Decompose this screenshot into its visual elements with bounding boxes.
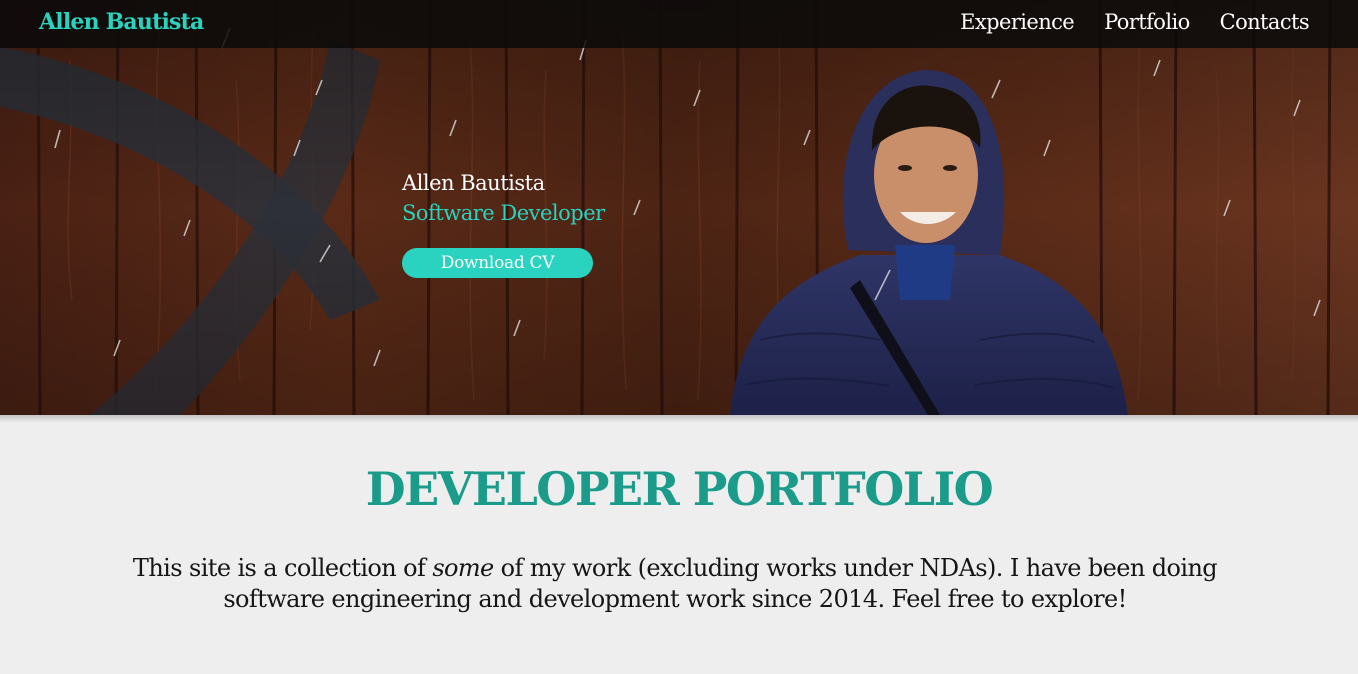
nav-link-portfolio[interactable]: Portfolio — [1104, 10, 1190, 34]
nav-links: Experience Portfolio Contacts — [960, 10, 1309, 34]
hero-bottom-shadow — [0, 415, 1358, 423]
nav-link-contacts[interactable]: Contacts — [1220, 10, 1310, 34]
download-cv-button[interactable]: Download CV — [402, 248, 593, 278]
page: Allen Bautista Experience Portfolio Cont… — [0, 0, 1358, 674]
hero-banner: Allen Bautista Experience Portfolio Cont… — [0, 0, 1358, 415]
brand-logo-link[interactable]: Allen Bautista — [39, 9, 204, 35]
top-navbar: Allen Bautista Experience Portfolio Cont… — [0, 0, 1358, 48]
hero-background-photo — [0, 0, 1358, 415]
intro-text-emphasis: some — [432, 554, 494, 582]
nav-link-experience[interactable]: Experience — [960, 10, 1075, 34]
hero-name: Allen Bautista — [402, 171, 545, 195]
section-title: DEVELOPER PORTFOLIO — [365, 462, 994, 516]
hero-intro: Allen Bautista Software Developer Downlo… — [402, 168, 605, 278]
intro-paragraph: This site is a collection of some of my … — [95, 553, 1255, 615]
intro-text-start: This site is a collection of — [132, 554, 433, 582]
hero-role: Software Developer — [402, 201, 605, 225]
